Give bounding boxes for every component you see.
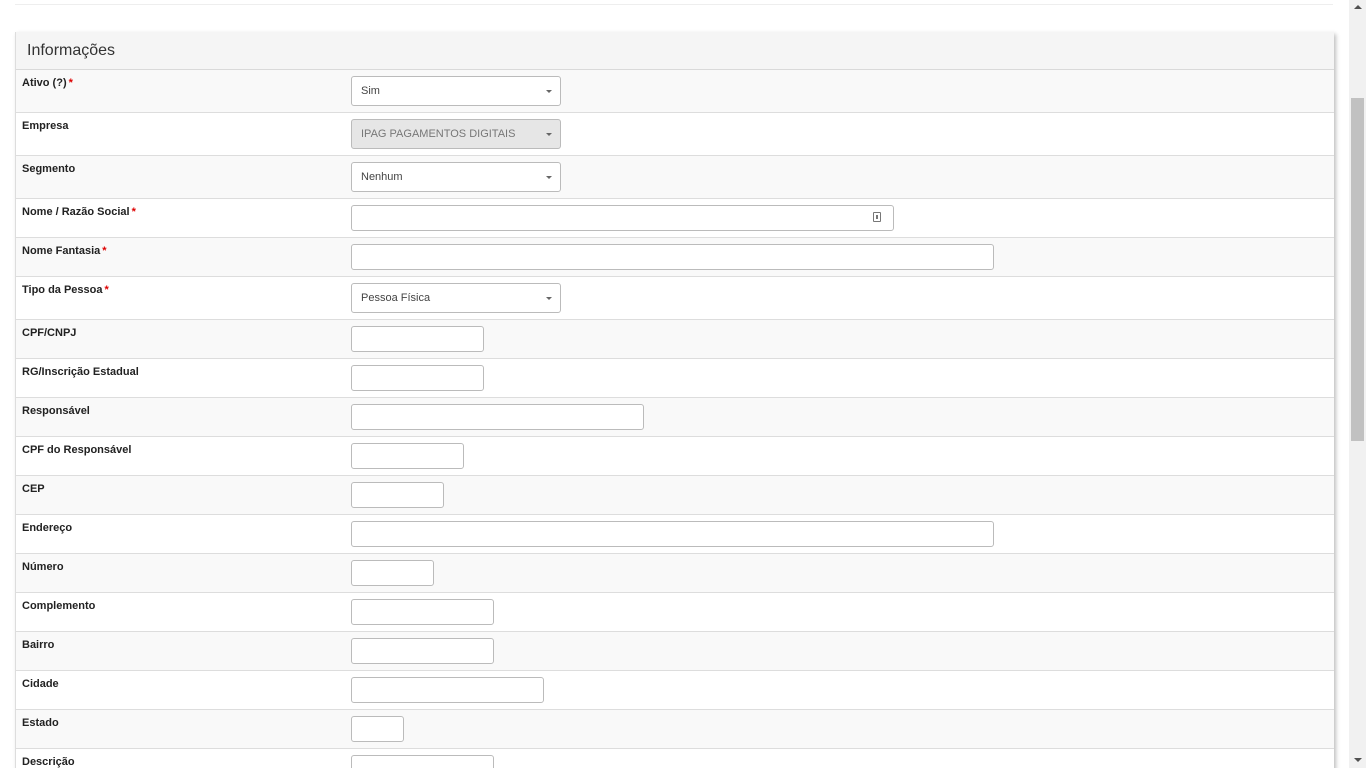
field-row-endereco: Endereço — [16, 515, 1334, 554]
field-label: Tipo da Pessoa * — [22, 284, 109, 296]
nome-fantasia-input[interactable] — [351, 244, 994, 270]
informacoes-panel: Informações Ativo (?) * Sim Empresa IPAG … — [15, 32, 1334, 768]
label-text: Cidade — [22, 678, 59, 690]
label-text: Complemento — [22, 600, 96, 612]
contact-card-icon[interactable] — [873, 212, 881, 222]
vertical-scrollbar[interactable] — [1349, 0, 1366, 768]
field-label: Nome / Razão Social * — [22, 206, 136, 218]
field-label: Ativo (?) * — [22, 77, 73, 89]
field-label: Responsável — [22, 405, 90, 417]
label-text: Tipo da Pessoa — [22, 284, 103, 296]
field-label: Segmento — [22, 163, 75, 175]
tipo-pessoa-select-value: Pessoa Física — [361, 292, 431, 304]
field-row-cpf-cnpj: CPF/CNPJ — [16, 320, 1334, 359]
label-text: Responsável — [22, 405, 90, 417]
rg-ie-input[interactable] — [351, 365, 484, 391]
empresa-select: IPAG PAGAMENTOS DIGITAIS — [351, 119, 561, 149]
required-marker: * — [102, 245, 107, 257]
chevron-down-icon — [546, 133, 552, 136]
label-text: CEP — [22, 483, 45, 495]
ativo-select[interactable]: Sim — [351, 76, 561, 106]
estado-input[interactable] — [351, 716, 404, 742]
field-row-cpf-responsavel: CPF do Responsável — [16, 437, 1334, 476]
numero-input[interactable] — [351, 560, 434, 586]
endereco-input[interactable] — [351, 521, 994, 547]
label-text: RG/Inscrição Estadual — [22, 366, 139, 378]
field-row-nome-fantasia: Nome Fantasia * — [16, 238, 1334, 277]
label-text: Bairro — [22, 639, 55, 651]
label-text: CPF do Responsável — [22, 444, 132, 456]
field-row-empresa: Empresa IPAG PAGAMENTOS DIGITAIS — [16, 113, 1334, 156]
field-row-rg-ie: RG/Inscrição Estadual — [16, 359, 1334, 398]
required-marker: * — [131, 206, 136, 218]
field-label: Número — [22, 561, 64, 573]
panel-header: Informações — [16, 32, 1334, 70]
label-text: Número — [22, 561, 64, 573]
field-label: CEP — [22, 483, 45, 495]
field-row-cep: CEP — [16, 476, 1334, 515]
field-row-numero: Número — [16, 554, 1334, 593]
complemento-input[interactable] — [351, 599, 494, 625]
tipo-pessoa-select[interactable]: Pessoa Física — [351, 283, 561, 313]
segmento-select[interactable]: Nenhum — [351, 162, 561, 192]
label-text: Segmento — [22, 163, 76, 175]
chevron-down-icon — [546, 90, 552, 93]
field-label: Bairro — [22, 639, 54, 651]
scrollbar-thumb[interactable] — [1351, 98, 1364, 441]
field-label: Complemento — [22, 600, 95, 612]
empresa-select-value: IPAG PAGAMENTOS DIGITAIS — [361, 128, 516, 140]
nome-razao-social-input[interactable] — [351, 205, 894, 231]
field-row-tipo-pessoa: Tipo da Pessoa * Pessoa Física — [16, 277, 1334, 320]
field-label: Descrição — [22, 756, 75, 768]
top-divider — [15, 4, 1333, 5]
field-row-complemento: Complemento — [16, 593, 1334, 632]
cpf-responsavel-input[interactable] — [351, 443, 464, 469]
field-row-bairro: Bairro — [16, 632, 1334, 671]
segmento-select-value: Nenhum — [361, 171, 403, 183]
field-row-descricao: Descrição — [16, 749, 1334, 768]
label-text: CPF/CNPJ — [22, 327, 77, 339]
field-row-responsavel: Responsável — [16, 398, 1334, 437]
label-text: Descrição — [22, 756, 75, 768]
page: Informações Ativo (?) * Sim Empresa IPAG … — [0, 0, 1349, 768]
required-marker: * — [104, 284, 109, 296]
label-text: Nome / Razão Social — [22, 206, 130, 218]
label-text: Empresa — [22, 120, 69, 132]
responsavel-input[interactable] — [351, 404, 644, 430]
panel-title: Informações — [27, 41, 116, 59]
field-row-ativo: Ativo (?) * Sim — [16, 70, 1334, 113]
bairro-input[interactable] — [351, 638, 494, 664]
label-text: Estado — [22, 717, 59, 729]
field-label: CPF do Responsável — [22, 444, 131, 456]
descricao-input[interactable] — [351, 755, 494, 768]
field-label: Cidade — [22, 678, 59, 690]
cep-input[interactable] — [351, 482, 444, 508]
chevron-down-icon — [546, 176, 552, 179]
label-text: Endereço — [22, 522, 73, 534]
field-row-cidade: Cidade — [16, 671, 1334, 710]
ativo-select-value: Sim — [361, 85, 380, 97]
field-label: Nome Fantasia * — [22, 245, 107, 257]
field-label: Estado — [22, 717, 59, 729]
field-label: CPF/CNPJ — [22, 327, 76, 339]
field-row-segmento: Segmento Nenhum — [16, 156, 1334, 199]
label-text: Ativo (?) — [22, 77, 67, 89]
scroll-down-arrow-icon[interactable] — [1354, 758, 1362, 762]
field-row-nome-razao-social: Nome / Razão Social * — [16, 199, 1334, 238]
required-marker: * — [68, 77, 73, 89]
scroll-up-arrow-icon[interactable] — [1354, 5, 1362, 9]
field-label: Endereço — [22, 522, 72, 534]
field-row-estado: Estado — [16, 710, 1334, 749]
chevron-down-icon — [546, 297, 552, 300]
cpf-cnpj-input[interactable] — [351, 326, 484, 352]
cidade-input[interactable] — [351, 677, 544, 703]
label-text: Nome Fantasia — [22, 245, 101, 257]
field-label: RG/Inscrição Estadual — [22, 366, 139, 378]
field-label: Empresa — [22, 120, 68, 132]
